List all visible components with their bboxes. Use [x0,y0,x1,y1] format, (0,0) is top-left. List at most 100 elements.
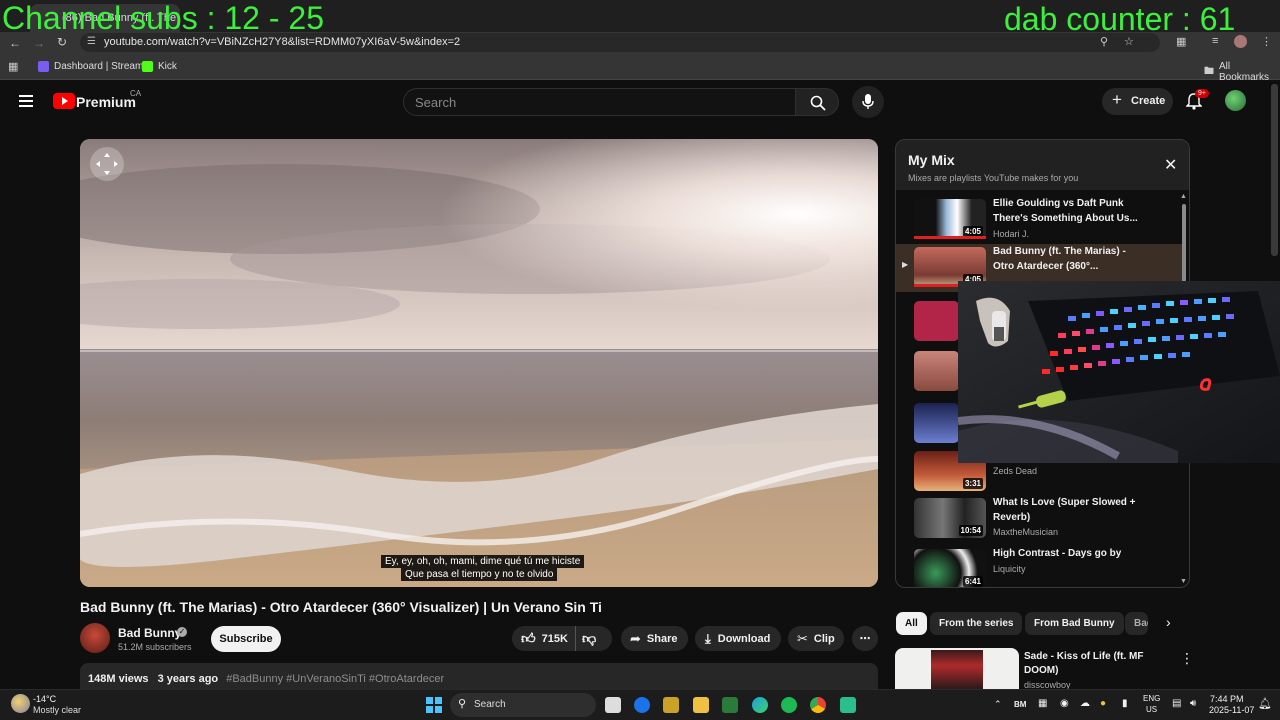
mic-tray-icon[interactable]: ▮ [1122,698,1128,709]
weather-desc: Mostly clear [33,705,82,715]
mix-scrollbar[interactable] [1182,204,1186,282]
beach-video-frame [80,139,878,587]
more-actions-button[interactable]: ⋯ [852,626,878,651]
windows-taskbar: -14°C Mostly clear ⚲ Search ⌃ BM ▦ ◉ ☁ ●… [0,689,1280,720]
close-icon[interactable]: ✕ [1164,155,1177,175]
chip-all[interactable]: All [896,612,927,635]
youtube-play-icon [53,93,75,109]
scissors-icon: ✂ [797,630,808,646]
tray-icon[interactable]: ● [1100,698,1106,709]
warcraft-icon[interactable] [663,697,679,713]
create-button[interactable]: + Create [1102,88,1173,115]
webcam-overlay [958,281,1280,463]
search-input[interactable]: Search [403,88,796,116]
voice-search-button[interactable] [852,86,884,118]
mix-item[interactable]: 6:41 High Contrast - Days go by Liquicit… [896,546,1184,587]
tray-icon[interactable]: ☁ [1080,698,1090,709]
subscribe-button[interactable]: Subscribe [211,626,281,652]
like-button[interactable]: 👍︎ 715K [512,626,576,651]
mix-item[interactable]: 4:05 Ellie Goulding vs Daft Punk There's… [896,196,1184,248]
weather-icon[interactable] [11,694,30,713]
clip-button[interactable]: ✂ Clip [788,626,844,651]
channel-name[interactable]: Bad Bunny [118,626,181,640]
lang-label[interactable]: ENG [1143,694,1160,703]
download-icon: ⤓ [705,630,711,646]
subscriber-count: 51.2M subscribers [118,642,192,652]
download-button[interactable]: ⤓ Download [695,626,781,651]
chrome-icon[interactable] [810,697,826,713]
chevron-right-icon[interactable]: › [1166,614,1171,630]
video-player[interactable]: Ey, ey, oh, oh, mami, dime qué tú me hic… [80,139,878,587]
hashtags[interactable]: #BadBunny #UnVeranoSinTi #OtroAtardecer [226,673,444,685]
like-dislike-group: 👍︎ 715K 👎︎ [512,626,612,651]
site-info-icon[interactable]: ☰ [87,36,96,47]
streamlabs-icon[interactable] [840,697,856,713]
thumbs-down-icon: 👎︎ [582,630,597,646]
related-more-icon[interactable]: ⋮ [1180,650,1194,667]
chip-from-series[interactable]: From the series [930,612,1023,635]
tray-icon[interactable]: ▦ [1038,698,1047,709]
tray-bm[interactable]: BM [1014,700,1026,709]
tray-chevron-icon[interactable]: ⌃ [994,699,1002,710]
chip-from-bad-bunny[interactable]: From Bad Bunny [1025,612,1124,635]
thumbs-up-icon: 👍︎ [521,630,536,646]
volume-icon[interactable]: 🔊︎ [1190,698,1196,709]
app-icon[interactable] [722,697,738,713]
start-button[interactable] [426,697,442,713]
notifications-button[interactable]: 9+ [1186,89,1209,110]
dislike-button[interactable]: 👎︎ [582,630,596,647]
region-label: US [1146,705,1158,714]
description-box[interactable]: 148M views 3 years ago #BadBunny #UnVera… [80,663,878,689]
taskbar-search[interactable]: ⚲ Search [450,693,596,717]
notification-center-icon[interactable]: 🔔︎ [1258,697,1272,710]
mix-thumbnail [914,351,959,391]
subtitle-line-2: Que pasa el tiempo y no te olvido [401,568,558,581]
page-scrollbar[interactable] [1271,84,1278,256]
back-icon[interactable]: ← [9,36,21,50]
channel-avatar[interactable] [80,623,110,653]
kick-icon [142,61,153,72]
weather-temp: -14°C [33,694,57,704]
edge-icon[interactable] [752,697,768,713]
mix-item-title: Bad Bunny (ft. The Marias) - Otro Atarde… [993,246,1126,272]
profile-avatar[interactable] [1234,35,1247,48]
like-count: 715K [541,632,568,645]
url-text: youtube.com/watch?v=VBiNZcH27Y8&list=RDM… [104,36,461,48]
scroll-up-icon[interactable]: ▲ [1180,193,1187,200]
hamburger-icon[interactable] [19,95,33,107]
mix-item-title: What Is Love (Super Slowed + Reverb) [993,497,1136,523]
bookmark-dashboard[interactable]: Dashboard | Stream... [38,61,152,72]
360-pan-control[interactable] [90,147,124,181]
youtube-logo[interactable] [53,93,75,109]
related-title[interactable]: Sade - Kiss of Life (ft. MF DOOM) [1024,650,1164,678]
bookmark-kick[interactable]: Kick [142,61,177,72]
apps-icon[interactable]: ▦ [8,60,18,73]
tray-icon[interactable]: ◉ [1060,698,1069,709]
copilot-icon[interactable] [634,697,650,713]
share-button[interactable]: ➦ Share [621,626,688,651]
mix-item[interactable]: 10:54 What Is Love (Super Slowed + Rever… [896,495,1184,547]
wifi-icon[interactable]: ▤ [1172,698,1181,709]
spotify-icon[interactable] [781,697,797,713]
youtube-header: Premium CA Search + Create 9+ [0,80,1270,124]
mix-header: My Mix Mixes are playlists YouTube makes… [896,140,1189,190]
search-icon: ⚲ [458,698,467,710]
task-view-icon[interactable] [605,697,621,713]
chip-bad[interactable]: Bad [1125,612,1148,635]
search-button[interactable] [795,88,839,116]
channel-subs-overlay: Channel subs : 12 - 25 [2,0,324,36]
forward-icon[interactable]: → [33,36,45,50]
clock-time[interactable]: 7:44 PM [1210,694,1244,704]
account-avatar[interactable] [1225,90,1246,111]
more-icon: ⋯ [859,633,871,645]
premium-label: Premium [76,94,136,110]
folder-icon: 🖿 [1204,65,1214,77]
scroll-down-icon[interactable]: ▼ [1180,578,1187,585]
reload-icon[interactable]: ↻ [57,35,67,49]
menu-icon[interactable]: ⋮ [1261,35,1272,48]
mix-thumbnail: 6:41 [914,549,986,587]
file-explorer-icon[interactable] [693,697,709,713]
region-label: CA [130,89,142,98]
related-thumbnail[interactable] [895,648,1019,689]
mix-item-title: Ellie Goulding vs Daft Punk There's Some… [993,198,1138,224]
